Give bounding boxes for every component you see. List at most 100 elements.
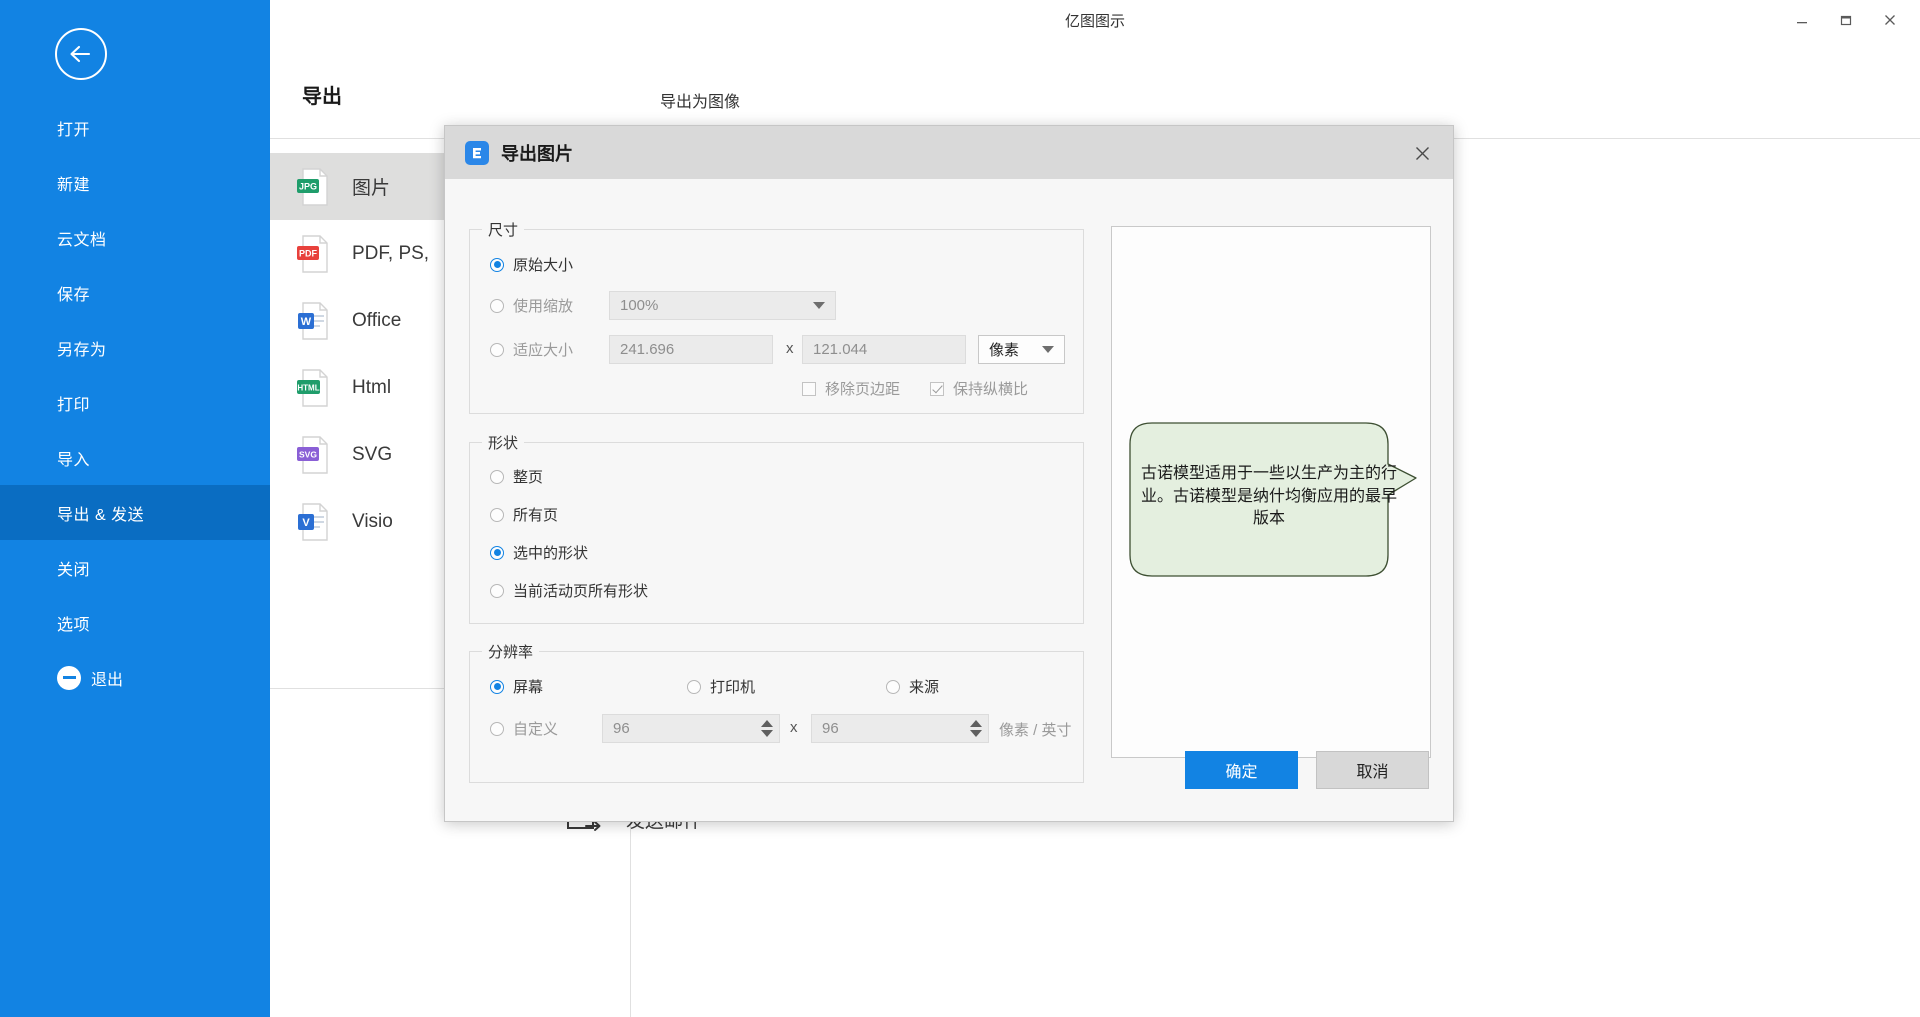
minimize-button[interactable] bbox=[1780, 3, 1824, 37]
fit-width-value: 241.696 bbox=[620, 341, 675, 358]
resolution-printer-option[interactable]: 打印机 bbox=[687, 676, 755, 697]
sidebar-item-exit[interactable]: 退出 bbox=[0, 650, 270, 705]
stepper-down-icon[interactable] bbox=[970, 730, 982, 737]
sidebar-item-label: 退出 bbox=[91, 671, 124, 689]
visio-file-icon: V bbox=[296, 502, 330, 542]
dialog-close-button[interactable] bbox=[1405, 136, 1439, 170]
dpi-y-value: 96 bbox=[822, 720, 839, 737]
shape-option-label: 选中的形状 bbox=[513, 545, 589, 562]
size-scale-radio[interactable] bbox=[490, 298, 504, 313]
sidebar-item-save[interactable]: 保存 bbox=[0, 265, 270, 320]
sidebar-item-print[interactable]: 打印 bbox=[0, 375, 270, 430]
dpi-separator: x bbox=[790, 719, 798, 736]
svg-text:HTML: HTML bbox=[297, 383, 319, 392]
shape-selected-radio[interactable] bbox=[490, 545, 504, 560]
resolution-source-option[interactable]: 来源 bbox=[886, 676, 939, 697]
cancel-button[interactable]: 取消 bbox=[1316, 751, 1429, 789]
shape-active-page-radio[interactable] bbox=[490, 583, 504, 598]
stepper-up-icon[interactable] bbox=[761, 720, 773, 727]
keep-ratio-label: 保持纵横比 bbox=[953, 381, 1029, 398]
shape-active-page-option[interactable]: 当前活动页所有形状 bbox=[490, 580, 648, 601]
shape-whole-page-radio[interactable] bbox=[490, 469, 504, 484]
size-group: 尺寸 原始大小 使用缩放 100% 适应大小 241.696 x 121.044… bbox=[469, 219, 1084, 414]
size-scale-label: 使用缩放 bbox=[513, 298, 574, 315]
shape-group-legend: 形状 bbox=[482, 432, 525, 453]
sidebar-item-label: 云文档 bbox=[57, 231, 107, 249]
dialog-title-bar: 导出图片 bbox=[445, 126, 1453, 179]
resolution-custom-label: 自定义 bbox=[513, 721, 559, 738]
resolution-custom-radio[interactable] bbox=[490, 721, 504, 736]
svg-text:SVG: SVG bbox=[299, 449, 317, 459]
dpi-x-stepper[interactable]: 96 bbox=[602, 714, 780, 743]
sidebar-item-open[interactable]: 打开 bbox=[0, 100, 270, 155]
stepper-down-icon[interactable] bbox=[761, 730, 773, 737]
shape-option-label: 整页 bbox=[513, 469, 544, 486]
resolution-printer-label: 打印机 bbox=[710, 679, 756, 696]
size-fit-radio[interactable] bbox=[490, 342, 504, 357]
word-file-icon: W bbox=[296, 301, 330, 341]
stepper-up-icon[interactable] bbox=[970, 720, 982, 727]
shape-all-pages-radio[interactable] bbox=[490, 507, 504, 522]
sidebar-item-label: 打开 bbox=[57, 121, 91, 139]
sidebar-item-close[interactable]: 关闭 bbox=[0, 540, 270, 595]
remove-margin-option[interactable]: 移除页边距 bbox=[802, 378, 900, 399]
sidebar-item-cloud-doc[interactable]: 云文档 bbox=[0, 210, 270, 265]
fit-width-input[interactable]: 241.696 bbox=[609, 335, 773, 364]
preview-callout-shape: 古诺模型适用于一些以生产为主的行业。古诺模型是纳什均衡应用的最早版本 bbox=[1120, 419, 1418, 582]
window-controls bbox=[1780, 0, 1912, 40]
sidebar-item-import[interactable]: 导入 bbox=[0, 430, 270, 485]
close-button[interactable] bbox=[1868, 3, 1912, 37]
stepper-buttons[interactable] bbox=[968, 715, 988, 742]
scale-select[interactable]: 100% bbox=[609, 291, 836, 320]
sidebar-item-new[interactable]: 新建 bbox=[0, 155, 270, 210]
size-fit-option[interactable]: 适应大小 bbox=[490, 339, 573, 360]
title-bar: 亿图图示 bbox=[270, 0, 1920, 40]
keep-ratio-checkbox[interactable] bbox=[930, 381, 944, 396]
sidebar-item-export-and-send[interactable]: 导出 & 发送 bbox=[0, 485, 270, 540]
size-scale-option[interactable]: 使用缩放 bbox=[490, 295, 573, 316]
fit-height-value: 121.044 bbox=[813, 341, 868, 358]
page-title-export: 导出 bbox=[302, 86, 342, 108]
maximize-button[interactable] bbox=[1824, 3, 1868, 37]
export-format-label: SVG bbox=[352, 443, 393, 465]
fit-height-input[interactable]: 121.044 bbox=[802, 335, 966, 364]
sidebar-item-label: 关闭 bbox=[57, 561, 91, 579]
size-original-option[interactable]: 原始大小 bbox=[490, 254, 573, 275]
resolution-printer-radio[interactable] bbox=[687, 679, 701, 694]
dpi-x-value: 96 bbox=[613, 720, 630, 737]
stepper-buttons[interactable] bbox=[759, 715, 779, 742]
minus-circle-icon bbox=[57, 665, 81, 690]
resolution-group-legend: 分辨率 bbox=[482, 641, 540, 662]
resolution-screen-radio[interactable] bbox=[490, 679, 504, 694]
close-icon bbox=[1885, 15, 1895, 25]
size-original-radio[interactable] bbox=[490, 257, 504, 272]
resolution-custom-option[interactable]: 自定义 bbox=[490, 718, 558, 739]
dialog-action-buttons: 确定 取消 bbox=[445, 751, 1453, 789]
shape-all-pages-option[interactable]: 所有页 bbox=[490, 504, 558, 525]
resolution-screen-option[interactable]: 屏幕 bbox=[490, 676, 543, 697]
callout-text: 古诺模型适用于一些以生产为主的行业。古诺模型是纳什均衡应用的最早版本 bbox=[1140, 465, 1397, 528]
sidebar-item-save-as[interactable]: 另存为 bbox=[0, 320, 270, 375]
sidebar-item-options[interactable]: 选项 bbox=[0, 595, 270, 650]
dpi-unit-label: 像素 / 英寸 bbox=[999, 722, 1072, 739]
export-format-label: PDF, PS, bbox=[352, 242, 430, 264]
sidebar-item-label: 新建 bbox=[57, 176, 91, 194]
resolution-source-radio[interactable] bbox=[886, 679, 900, 694]
section-title-export-as-image: 导出为图像 bbox=[660, 94, 741, 111]
back-button[interactable] bbox=[55, 28, 107, 80]
shape-whole-page-option[interactable]: 整页 bbox=[490, 466, 543, 487]
ok-button[interactable]: 确定 bbox=[1185, 751, 1298, 789]
size-fit-label: 适应大小 bbox=[513, 342, 574, 359]
ok-button-label: 确定 bbox=[1225, 764, 1258, 781]
pdf-file-icon: PDF bbox=[296, 234, 330, 274]
shape-group: 形状 整页 所有页 选中的形状 当前活动页所有形状 bbox=[469, 432, 1084, 624]
sidebar-item-label: 选项 bbox=[57, 616, 91, 634]
dpi-y-stepper[interactable]: 96 bbox=[811, 714, 989, 743]
shape-option-label: 当前活动页所有形状 bbox=[513, 583, 649, 600]
keep-ratio-option[interactable]: 保持纵横比 bbox=[930, 378, 1028, 399]
close-icon bbox=[1415, 146, 1429, 160]
size-group-legend: 尺寸 bbox=[482, 219, 525, 240]
unit-select[interactable]: 像素 bbox=[978, 335, 1065, 364]
remove-margin-checkbox[interactable] bbox=[802, 381, 816, 396]
shape-selected-option[interactable]: 选中的形状 bbox=[490, 542, 588, 563]
